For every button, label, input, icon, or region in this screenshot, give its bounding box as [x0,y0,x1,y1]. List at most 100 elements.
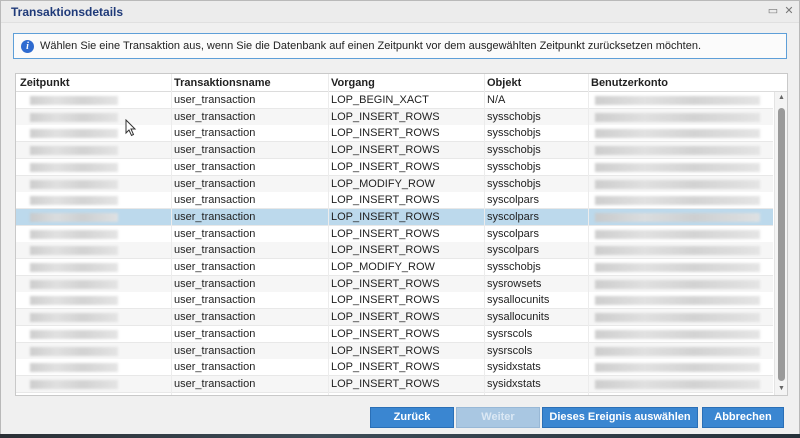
cell-object: sysschobjs [487,160,541,173]
back-button[interactable]: Zurück [370,407,454,428]
redacted-timestamp [30,112,118,122]
cell-transaction-name: user_transaction [174,311,256,324]
cancel-button[interactable]: Abbrechen [702,407,784,428]
redacted-timestamp [30,296,118,306]
title-bar: Transaktionsdetails ▭ ✕ [1,1,799,23]
redacted-user-account [595,196,760,206]
redacted-timestamp [30,162,118,172]
column-divider[interactable] [328,74,329,395]
cell-transaction-name: user_transaction [174,144,256,157]
redacted-user-account [595,279,760,289]
redacted-user-account [595,146,760,156]
cell-transaction-name: user_transaction [174,177,256,190]
redacted-timestamp [30,96,118,105]
cell-object: sysrowsets [487,277,542,290]
column-divider[interactable] [588,74,589,395]
table-row[interactable]: user_transaction LOP_INSERT_ROWS sysidxsta… [16,359,773,377]
redacted-timestamp [30,196,118,206]
cell-transaction-name: user_transaction [174,294,256,307]
cell-transaction-name: user_transaction [174,327,256,340]
scrollbar-thumb[interactable] [778,108,785,381]
scroll-down-arrow-icon[interactable]: ▼ [775,383,787,395]
cell-operation: LOP_INSERT_ROWS [331,361,440,374]
column-header-zeitpunkt[interactable]: Zeitpunkt [20,77,70,89]
cell-transaction-name: user_transaction [174,110,256,123]
cell-object: syscolpars [487,227,539,240]
cell-object: sysrscols [487,344,533,357]
table-row[interactable]: user_transaction LOP_MODIFY_ROW sysschobjs [16,175,773,193]
cell-transaction-name: user_transaction [174,377,256,390]
column-header-transaktionsname[interactable]: Transaktionsname [174,77,271,89]
cell-operation: LOP_INSERT_ROWS [331,127,440,140]
redacted-user-account [595,112,760,122]
info-text: Wählen Sie eine Transaktion aus, wenn Si… [40,40,701,52]
redacted-timestamp [30,346,118,356]
vertical-scrollbar[interactable]: ▲ ▼ [774,92,787,395]
table-row[interactable]: user_transaction LOP_INSERT_ROWS syscolpar… [16,208,773,226]
table-row[interactable]: user_transaction LOP_INSERT_ROWS sysallocu… [16,292,773,310]
column-header-benutzerkonto[interactable]: Benutzerkonto [591,77,668,89]
redacted-timestamp [30,179,118,189]
cell-transaction-name: user_transaction [174,227,256,240]
redacted-timestamp [30,379,118,389]
table-body: user_transaction LOP_BEGIN_XACT N/A user_tr… [16,92,773,395]
cell-operation: LOP_INSERT_ROWS [331,144,440,157]
scroll-up-arrow-icon[interactable]: ▲ [775,92,787,104]
table-row[interactable]: user_transaction LOP_INSERT_ROWS sysrscols [16,325,773,343]
cell-object: sysschobjs [487,144,541,157]
cell-operation: LOP_INSERT_ROWS [331,110,440,123]
cell-operation: LOP_BEGIN_XACT [331,94,429,106]
redacted-timestamp [30,263,118,272]
table-row[interactable]: user_transaction LOP_INSERT_ROWS sysschobj… [16,158,773,176]
cell-transaction-name: user_transaction [174,210,256,223]
table-row[interactable]: user_transaction LOP_INSERT_ROWS sysschobj… [16,142,773,160]
cell-object: sysschobjs [487,110,541,123]
select-event-button[interactable]: Dieses Ereignis auswählen [542,407,698,428]
redacted-user-account [595,179,760,189]
table-row[interactable]: user_transaction LOP_INSERT_ROWS sysrowset… [16,275,773,293]
redacted-timestamp [30,129,118,139]
column-header-vorgang[interactable]: Vorgang [331,77,375,89]
redacted-timestamp [30,329,118,339]
next-button[interactable]: Weiter [456,407,540,428]
cell-operation: LOP_INSERT_ROWS [331,311,440,324]
redacted-timestamp [30,246,118,256]
cell-operation: LOP_INSERT_ROWS [331,327,440,340]
table-header: Zeitpunkt Transaktionsname Vorgang Objek… [16,74,787,92]
table-row[interactable]: user_transaction LOP_BEGIN_XACT N/A [16,92,773,109]
table-row[interactable]: user_transaction LOP_INSERT_ROWS syscolpar… [16,192,773,210]
table-row[interactable]: user_transaction LOP_INSERT_ROWS sysrscols [16,342,773,360]
cell-operation: LOP_INSERT_ROWS [331,344,440,357]
table-row[interactable]: user_transaction LOP_INSERT_ROWS syscolpar… [16,225,773,243]
redacted-user-account [595,346,760,356]
cell-operation: LOP_INSERT_ROWS [331,194,440,207]
table-row[interactable]: user_transaction LOP_INSERT_ROWS sysidxsta… [16,375,773,393]
column-header-objekt[interactable]: Objekt [487,77,521,89]
cell-transaction-name: user_transaction [174,160,256,173]
cell-operation: LOP_INSERT_ROWS [331,377,440,390]
cell-operation: LOP_INSERT_ROWS [331,210,440,223]
column-divider[interactable] [171,74,172,395]
redacted-timestamp [30,229,118,239]
table-row[interactable]: user_transaction LOP_INSERT_ROWS syscolpar… [16,242,773,260]
cell-transaction-name: user_transaction [174,194,256,207]
cell-transaction-name: user_transaction [174,244,256,257]
cell-transaction-name: user_transaction [174,277,256,290]
cell-transaction-name: user_transaction [174,261,256,273]
redacted-user-account [595,162,760,172]
column-divider[interactable] [484,74,485,395]
close-icon[interactable]: ✕ [783,5,795,17]
redacted-user-account [595,129,760,139]
table-row[interactable]: user_transaction LOP_INSERT_ROWS sysallocu… [16,309,773,327]
redacted-timestamp [30,313,118,323]
mouse-pointer-icon [125,119,137,137]
cell-operation: LOP_INSERT_ROWS [331,294,440,307]
cell-object: syscolpars [487,194,539,207]
redacted-user-account [595,246,760,256]
restore-icon[interactable]: ▭ [767,5,779,17]
cell-transaction-name: user_transaction [174,94,256,106]
info-banner: i Wählen Sie eine Transaktion aus, wenn … [13,33,787,59]
table-row[interactable]: user_transaction LOP_MODIFY_ROW sysschobjs [16,259,773,276]
cell-object: sysschobjs [487,127,541,140]
redacted-timestamp [30,363,118,373]
